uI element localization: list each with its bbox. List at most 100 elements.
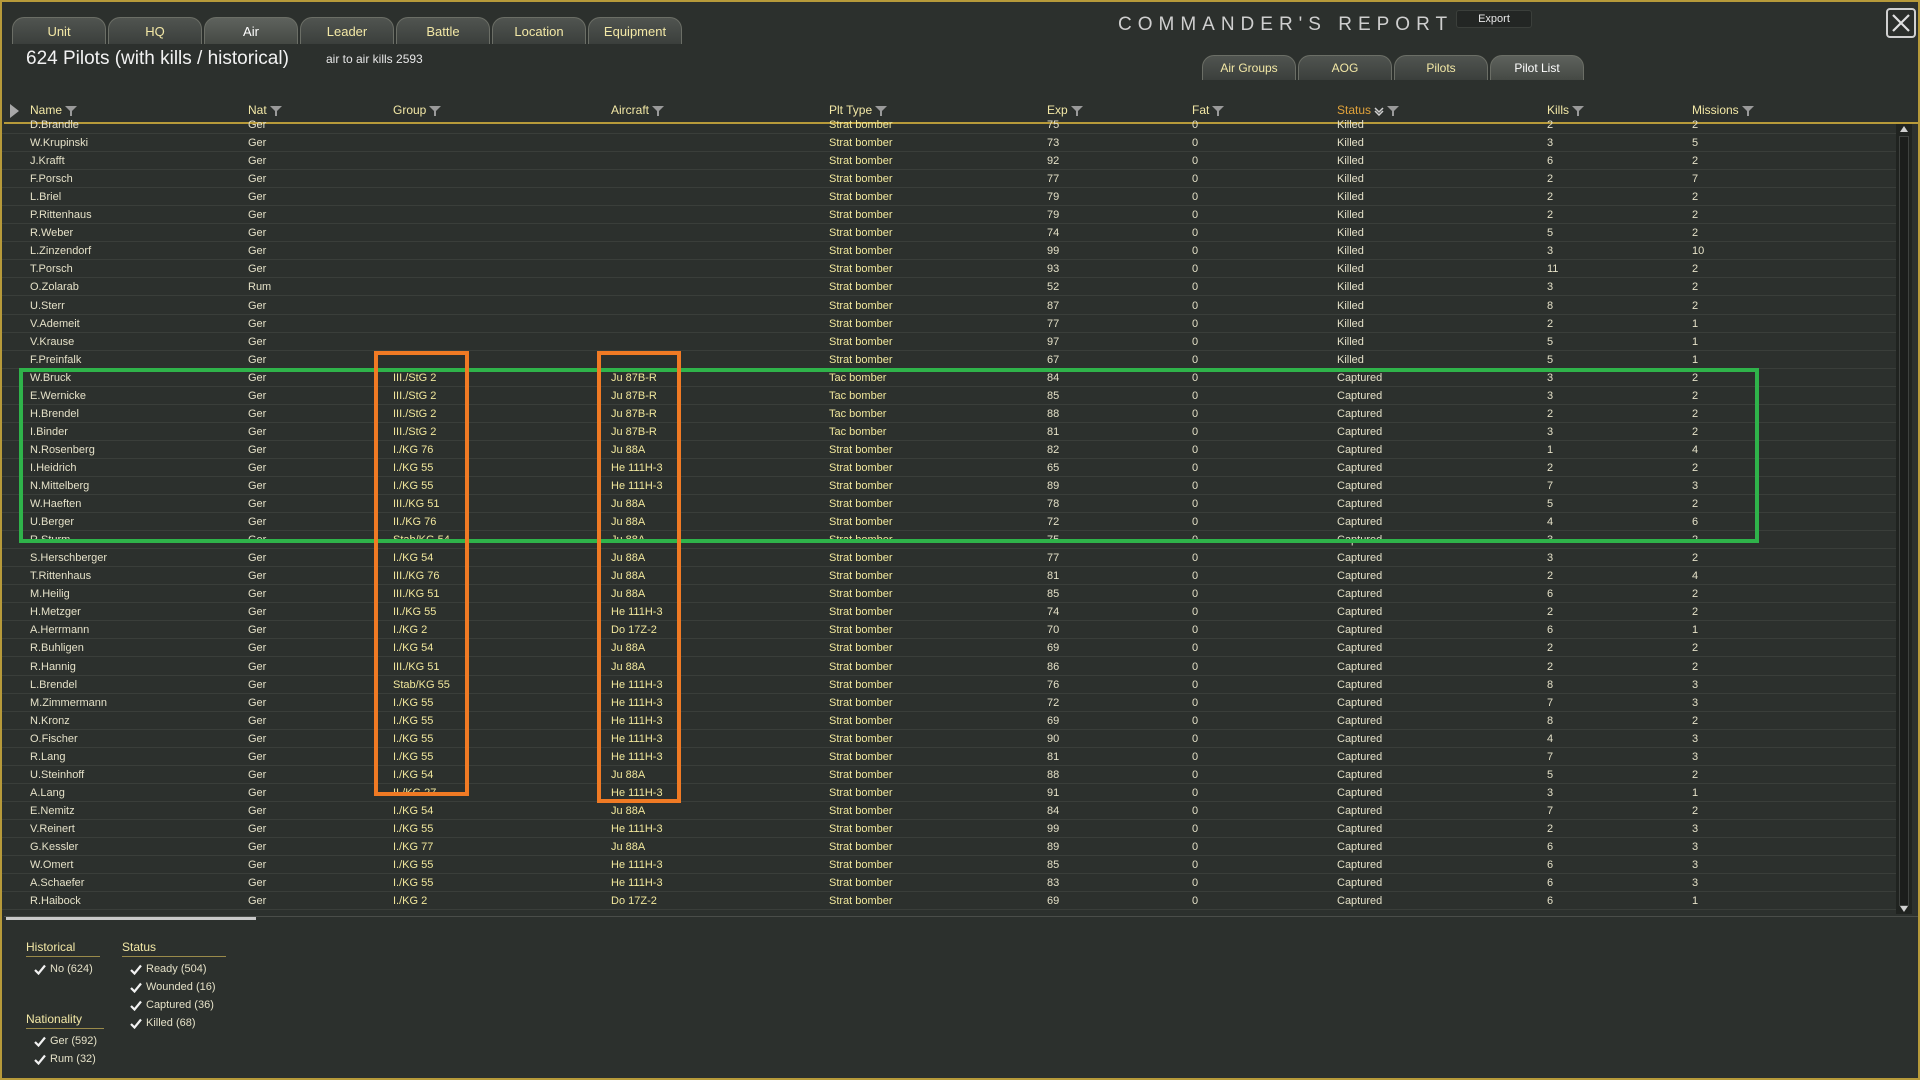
col-header-missions[interactable]: Missions <box>1692 103 1754 117</box>
tab-unit[interactable]: Unit <box>12 17 106 44</box>
table-row[interactable]: T.Porsch Ger Strat bomber 93 0 Killed 11 2 <box>2 260 1896 279</box>
filter-icon[interactable] <box>1572 105 1585 116</box>
cell-missions: 2 <box>1692 534 1699 547</box>
table-row[interactable]: R.Lang Ger I./KG 55 He 111H-3 Strat bomber 81… <box>2 748 1896 766</box>
table-row[interactable]: H.Metzger Ger II./KG 55 He 111H-3 Strat bomb… <box>2 603 1896 622</box>
filter-checkbox[interactable]: Ready (504) <box>122 960 226 978</box>
filter-checkbox[interactable]: No (624) <box>26 960 100 978</box>
cell-group: I./KG 55 <box>393 877 434 890</box>
tab-air[interactable]: Air <box>204 17 298 44</box>
cell-name: U.Berger <box>30 516 75 529</box>
horizontal-scroll-thumb[interactable] <box>6 917 256 920</box>
table-row[interactable]: W.Omert Ger I./KG 55 He 111H-3 Strat bomber 8… <box>2 856 1896 875</box>
cell-ac: Ju 88A <box>611 588 646 601</box>
table-row[interactable]: V.Krause Ger Strat bomber 97 0 Killed 5 1 <box>2 333 1896 351</box>
table-row[interactable]: A.Schaefer Ger I./KG 55 He 111H-3 Strat bomb… <box>2 874 1896 893</box>
table-row[interactable]: A.Herrmann Ger I./KG 2 Do 17Z-2 Strat bomber… <box>2 621 1896 640</box>
table-row[interactable]: T.Rittenhaus Ger III./KG 76 Ju 88A Strat bom… <box>2 567 1896 586</box>
table-row[interactable]: U.Sterr Ger Strat bomber 87 0 Killed 8 2 <box>2 297 1896 315</box>
filter-icon[interactable] <box>875 105 888 116</box>
tab-hq[interactable]: HQ <box>108 17 202 44</box>
tab-leader[interactable]: Leader <box>300 17 394 44</box>
cell-missions: 1 <box>1692 353 1699 366</box>
col-header-aircraft[interactable]: Aircraft <box>611 103 665 117</box>
table-row[interactable]: R.Weber Ger Strat bomber 74 0 Killed 5 2 <box>2 224 1896 243</box>
filter-icon[interactable] <box>652 105 665 116</box>
col-header-fat[interactable]: Fat <box>1192 103 1225 117</box>
subtab-pilots[interactable]: Pilots <box>1394 55 1488 80</box>
table-row[interactable]: I.Heidrich Ger I./KG 55 He 111H-3 Strat bomb… <box>2 459 1896 477</box>
filter-checkbox[interactable]: Ger (592) <box>26 1032 104 1050</box>
table-row[interactable]: F.Porsch Ger Strat bomber 77 0 Killed 2 7 <box>2 170 1896 189</box>
table-row[interactable]: L.Zinzendorf Ger Strat bomber 99 0 Killed 3 10 <box>2 242 1896 261</box>
table-row[interactable]: N.Kronz Ger I./KG 55 He 111H-3 Strat bomber 6… <box>2 712 1896 730</box>
export-button[interactable]: Export <box>1456 10 1532 28</box>
table-row[interactable]: H.Brendel Ger III./StG 2 Ju 87B-R Tac bomber… <box>2 405 1896 423</box>
table-row[interactable]: P.Rittenhaus Ger Strat bomber 79 0 Killed 2 2 <box>2 206 1896 225</box>
table-row[interactable]: U.Berger Ger II./KG 76 Ju 88A Strat bomber 72… <box>2 513 1896 532</box>
table-row[interactable]: R.Sturm Ger Stab/KG 54 Ju 88A Strat bomber 75… <box>2 531 1896 550</box>
table-row[interactable]: I.Binder Ger III./StG 2 Ju 87B-R Tac bomber 8… <box>2 423 1896 441</box>
tab-equipment[interactable]: Equipment <box>588 17 682 44</box>
table-row[interactable]: E.Nemitz Ger I./KG 54 Ju 88A Strat bomber 84 0… <box>2 802 1896 820</box>
scroll-down-icon[interactable] <box>1900 906 1908 912</box>
table-row[interactable]: U.Steinhoff Ger I./KG 54 Ju 88A Strat bomber… <box>2 766 1896 784</box>
col-header-status[interactable]: Status <box>1337 103 1400 117</box>
table-row[interactable]: O.Fischer Ger I./KG 55 He 111H-3 Strat bombe… <box>2 730 1896 748</box>
table-row[interactable]: L.Brendel Ger Stab/KG 55 He 111H-3 Strat bom… <box>2 676 1896 694</box>
filter-icon[interactable] <box>1387 105 1400 116</box>
table-row[interactable]: L.Briel Ger Strat bomber 79 0 Killed 2 2 <box>2 188 1896 207</box>
tab-location[interactable]: Location <box>492 17 586 44</box>
filter-icon[interactable] <box>1212 105 1225 116</box>
filter-icon[interactable] <box>1070 105 1083 116</box>
table-row[interactable]: S.Herschberger Ger I./KG 54 Ju 88A Strat bom… <box>2 549 1896 568</box>
sort-descending-icon[interactable] <box>1374 106 1384 116</box>
subtab-air-groups[interactable]: Air Groups <box>1202 55 1296 80</box>
table-row[interactable]: O.Zolarab Rum Strat bomber 52 0 Killed 3 2 <box>2 278 1896 297</box>
table-row[interactable]: V.Ademeit Ger Strat bomber 77 0 Killed 2 1 <box>2 315 1896 333</box>
table-row[interactable]: F.Preinfalk Ger Strat bomber 67 0 Killed 5 1 <box>2 351 1896 369</box>
table-row[interactable]: E.Wernicke Ger III./StG 2 Ju 87B-R Tac bombe… <box>2 387 1896 405</box>
tab-battle[interactable]: Battle <box>396 17 490 44</box>
subtab-aog[interactable]: AOG <box>1298 55 1392 80</box>
filter-icon[interactable] <box>65 105 78 116</box>
table-row[interactable]: W.Haeften Ger III./KG 51 Ju 88A Strat bomber… <box>2 495 1896 514</box>
col-header-group[interactable]: Group <box>393 103 442 117</box>
subtab-pilot-list[interactable]: Pilot List <box>1490 55 1584 80</box>
cell-kills: 6 <box>1547 588 1554 601</box>
cell-fat: 0 <box>1192 895 1199 908</box>
col-header-plt-type[interactable]: Plt Type <box>829 103 888 117</box>
horizontal-scrollbar[interactable] <box>4 916 1918 922</box>
table-row[interactable]: J.Krafft Ger Strat bomber 92 0 Killed 6 2 <box>2 152 1896 171</box>
filter-checkbox[interactable]: Wounded (16) <box>122 978 226 996</box>
col-header-name[interactable]: Name <box>30 103 78 117</box>
filter-checkbox[interactable]: Captured (36) <box>122 996 226 1014</box>
table-row[interactable]: R.Hannig Ger III./KG 51 Ju 88A Strat bomber 8… <box>2 658 1896 676</box>
expand-arrow-icon[interactable] <box>10 104 19 118</box>
table-row[interactable]: N.Rosenberg Ger I./KG 76 Ju 88A Strat bomber… <box>2 441 1896 459</box>
col-header-nat[interactable]: Nat <box>248 103 282 117</box>
col-header-kills[interactable]: Kills <box>1547 103 1585 117</box>
scroll-up-icon[interactable] <box>1900 126 1908 132</box>
filter-checkbox[interactable]: Killed (68) <box>122 1014 226 1032</box>
table-row[interactable]: N.Mittelberg Ger I./KG 55 He 111H-3 Strat bo… <box>2 477 1896 495</box>
table-row[interactable]: W.Bruck Ger III./StG 2 Ju 87B-R Tac bomber 84… <box>2 369 1896 387</box>
table-row[interactable]: V.Reinert Ger I./KG 55 He 111H-3 Strat bombe… <box>2 820 1896 838</box>
vertical-scrollbar[interactable] <box>1896 124 1912 914</box>
table-row[interactable]: R.Haibock Ger I./KG 2 Do 17Z-2 Strat bomber 6… <box>2 892 1896 911</box>
table-row[interactable]: M.Zimmermann Ger I./KG 55 He 111H-3 Strat bo… <box>2 694 1896 712</box>
col-header-exp[interactable]: Exp <box>1047 103 1083 117</box>
scroll-thumb[interactable] <box>1899 136 1909 906</box>
table-row[interactable]: G.Kessler Ger I./KG 77 Ju 88A Strat bomber 89… <box>2 838 1896 856</box>
filter-checkbox[interactable]: Rum (32) <box>26 1050 104 1068</box>
table-row[interactable]: W.Krupinski Ger Strat bomber 73 0 Killed 3 5 <box>2 134 1896 153</box>
table-row[interactable]: D.Brandle Ger Strat bomber 75 0 Killed 2 2 <box>2 120 1896 134</box>
filter-icon[interactable] <box>429 105 442 116</box>
filter-icon[interactable] <box>1741 105 1754 116</box>
cell-exp: 99 <box>1047 822 1060 835</box>
table-row[interactable]: M.Heilig Ger III./KG 51 Ju 88A Strat bomber 8… <box>2 585 1896 604</box>
close-button[interactable] <box>1886 8 1916 38</box>
table-row[interactable]: A.Lang Ger II./KG 27 He 111H-3 Strat bomber 9… <box>2 784 1896 802</box>
table-row[interactable]: R.Buhligen Ger I./KG 54 Ju 88A Strat bomber 6… <box>2 639 1896 658</box>
filter-icon[interactable] <box>269 105 282 116</box>
